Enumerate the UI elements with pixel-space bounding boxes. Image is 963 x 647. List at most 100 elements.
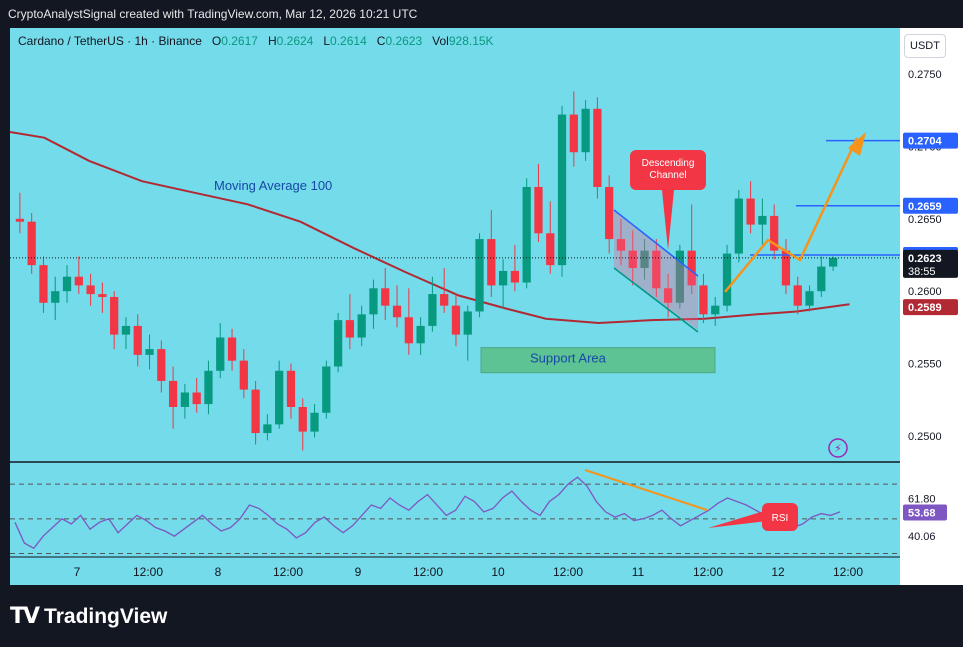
high-label: H (267, 34, 277, 48)
candle-body (416, 325, 425, 344)
descending-channel-label-line2: Channel (649, 170, 686, 181)
candle-body (121, 325, 131, 335)
lightning-icon-glyph: ⚡ (834, 442, 842, 455)
chart-canvas[interactable]: 0.27500.27000.26500.26000.25500.2500712:… (0, 0, 963, 647)
tradingview-logo[interactable]: TV TradingView (10, 604, 167, 629)
candle-body (216, 337, 225, 371)
volume-label: Vol (432, 34, 449, 48)
candle-body (817, 266, 826, 292)
candle-body (522, 186, 531, 283)
candle-body (793, 285, 802, 306)
low-value: 0.2614 (330, 34, 367, 48)
candle-body (546, 233, 555, 266)
rsi-callout-label: RSI (772, 513, 789, 524)
candle-body (15, 218, 25, 222)
callout-pointer (662, 190, 674, 250)
rsi-value-label: 53.68 (908, 507, 936, 519)
time-tick-label: 12:00 (553, 565, 583, 579)
candle-body (734, 198, 743, 254)
projection-path (724, 137, 859, 293)
time-tick-label: 7 (74, 565, 81, 579)
rsi-tick-label: 40.06 (908, 531, 936, 543)
price-tick-label: 0.2750 (908, 69, 942, 81)
descending-channel-fill (614, 210, 698, 330)
open-label: O (211, 34, 222, 48)
candle-body (286, 370, 296, 407)
candle-body (487, 239, 496, 286)
tradingview-logo-icon: TV (10, 604, 40, 629)
currency-button[interactable]: USDT (904, 34, 946, 58)
candle-body (711, 305, 720, 315)
candle-body (605, 186, 614, 240)
tradingview-wordmark: TradingView (44, 604, 168, 628)
time-tick-label: 12:00 (133, 565, 163, 579)
candle-body (251, 389, 260, 434)
candle-body (39, 265, 48, 303)
candle-body (557, 114, 567, 266)
time-tick-label: 8 (215, 565, 222, 579)
candle-body (263, 424, 272, 434)
candle-body (180, 392, 190, 407)
support-area-label: Support Area (530, 351, 607, 366)
candle-body (369, 288, 378, 315)
countdown-label: 38:55 (908, 266, 936, 278)
candle-body (74, 276, 83, 286)
candle-body (98, 294, 107, 297)
candle-body (699, 285, 708, 315)
candle-body (157, 349, 166, 381)
time-tick-label: 12:00 (413, 565, 443, 579)
candle-body (239, 360, 248, 390)
candle-body (192, 392, 201, 405)
time-tick-label: 12 (771, 565, 785, 579)
rsi-divergence-line (584, 469, 708, 511)
price-label-text: 0.2623 (908, 253, 942, 265)
candle-body (345, 320, 355, 338)
candle-body (168, 380, 178, 407)
price-label-text: 0.2659 (908, 201, 942, 213)
candle-body (463, 311, 472, 335)
candle-body (404, 317, 413, 344)
price-tick-label: 0.2550 (908, 359, 942, 371)
candle-body (746, 198, 755, 225)
candle-body (758, 215, 767, 225)
candle-body (381, 288, 390, 306)
candle-body (310, 412, 319, 432)
time-tick-label: 12:00 (273, 565, 303, 579)
high-value: 0.2624 (276, 34, 314, 48)
candle-body (475, 239, 484, 312)
candle-body (581, 108, 590, 153)
time-tick-label: 12:00 (833, 565, 863, 579)
price-tick-label: 0.2600 (908, 286, 942, 298)
candle-body (86, 285, 95, 295)
descending-channel-label-line1: Descending (642, 158, 695, 169)
candle-body (569, 114, 578, 153)
candle-body (428, 294, 437, 326)
price-label-text: 0.2704 (908, 136, 943, 148)
candle-body (357, 314, 366, 338)
time-tick-label: 12:00 (693, 565, 723, 579)
candle-body (498, 270, 508, 286)
candle-body (828, 257, 838, 267)
candle-body (275, 370, 284, 425)
candle-body (322, 366, 331, 413)
price-tick-label: 0.2500 (908, 431, 942, 443)
candle-body (27, 221, 36, 266)
candle-body (781, 250, 791, 286)
close-value: 0.2623 (385, 34, 423, 48)
time-tick-label: 11 (632, 565, 645, 579)
rsi-tick-label: 61.80 (908, 493, 936, 505)
candle-body (392, 305, 402, 318)
price-tick-label: 0.2650 (908, 214, 942, 226)
tradingview-chart-frame: CryptoAnalystSignal created with Trading… (0, 0, 963, 647)
ohlc-legend: Cardano / TetherUS · 1h · Binance O0.261… (18, 34, 494, 48)
candle-body (510, 270, 520, 283)
candle-body (51, 291, 60, 303)
candle-body (298, 406, 307, 432)
volume-value: 928.15K (448, 34, 494, 48)
candle-body (805, 291, 814, 306)
candle-body (110, 296, 119, 335)
moving-average-label: Moving Average 100 (214, 178, 332, 193)
candle-body (534, 186, 543, 234)
candle-body (227, 337, 237, 361)
candle-body (62, 276, 72, 292)
